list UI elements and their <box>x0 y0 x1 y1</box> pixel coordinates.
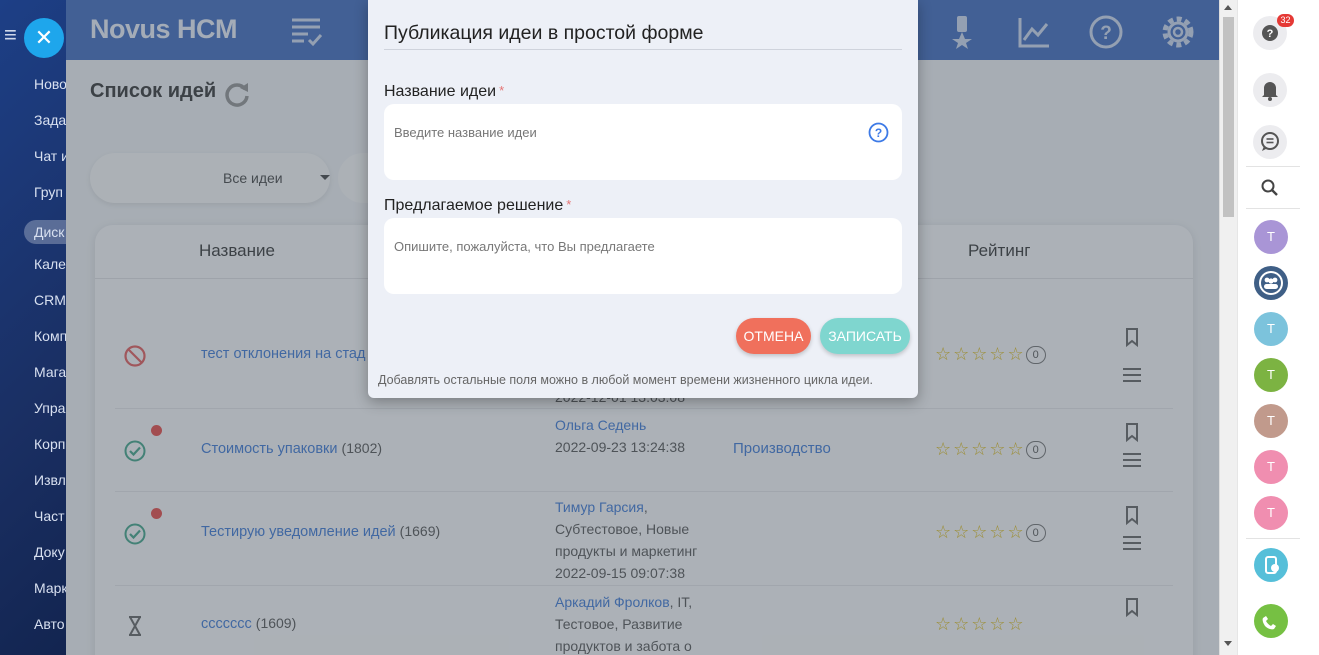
scrollbar-thumb[interactable] <box>1223 17 1234 217</box>
publish-idea-dialog: Публикация идеи в простой форме Название… <box>368 0 918 398</box>
divider <box>1246 538 1300 539</box>
avatar[interactable]: T <box>1254 220 1288 254</box>
group-chat-avatar[interactable] <box>1254 266 1288 300</box>
right-rail: ? 32 T T T T T T <box>1237 0 1319 655</box>
divider <box>384 49 902 50</box>
divider <box>1246 166 1300 167</box>
phone-icon <box>1262 616 1276 630</box>
group-icon <box>1259 271 1283 295</box>
save-button[interactable]: ЗАПИСАТЬ <box>820 318 910 354</box>
svg-text:?: ? <box>875 126 882 140</box>
vertical-scrollbar[interactable] <box>1219 0 1237 655</box>
idea-title-placeholder: Введите название идеи <box>394 125 537 140</box>
bell-icon <box>1262 82 1278 101</box>
required-mark: * <box>566 197 572 212</box>
chat-bubble-icon <box>1261 132 1279 151</box>
close-menu-button[interactable]: ✕ <box>24 18 64 58</box>
avatar[interactable]: T <box>1254 358 1288 392</box>
call-button[interactable] <box>1254 604 1288 638</box>
search-button[interactable] <box>1253 171 1287 205</box>
dialog-title: Публикация идеи в простой форме <box>384 22 704 44</box>
idea-title-input[interactable]: Введите название идеи ? <box>384 104 902 180</box>
notifications-button[interactable] <box>1253 73 1287 107</box>
notification-count-badge: 32 <box>1277 14 1294 27</box>
avatar[interactable]: T <box>1254 312 1288 346</box>
solution-textarea[interactable]: Опишите, пожалуйста, что Вы предлагаете <box>384 218 902 294</box>
divider <box>1246 208 1300 209</box>
avatar[interactable]: T <box>1254 496 1288 530</box>
cancel-button[interactable]: ОТМЕНА <box>736 318 811 354</box>
scroll-up-arrow-icon[interactable] <box>1224 5 1232 10</box>
required-mark: * <box>499 83 505 98</box>
help-circle-icon[interactable]: ? <box>868 122 889 143</box>
avatar[interactable]: T <box>1254 450 1288 484</box>
solution-placeholder: Опишите, пожалуйста, что Вы предлагаете <box>394 239 655 254</box>
chat-button[interactable] <box>1253 125 1287 159</box>
dialog-hint: Добавлять остальные поля можно в любой м… <box>378 373 873 387</box>
svg-text:?: ? <box>1267 28 1274 40</box>
search-icon <box>1261 179 1278 196</box>
contact-center-button[interactable] <box>1254 548 1288 582</box>
solution-label: Предлагаемое решение * <box>384 197 571 215</box>
scroll-down-arrow-icon[interactable] <box>1224 641 1232 646</box>
phone-device-icon <box>1265 556 1279 574</box>
idea-title-label-text: Название идеи <box>384 83 497 100</box>
avatar[interactable]: T <box>1254 404 1288 438</box>
solution-label-text: Предлагаемое решение <box>384 197 564 214</box>
idea-title-label: Название идеи * <box>384 83 504 101</box>
